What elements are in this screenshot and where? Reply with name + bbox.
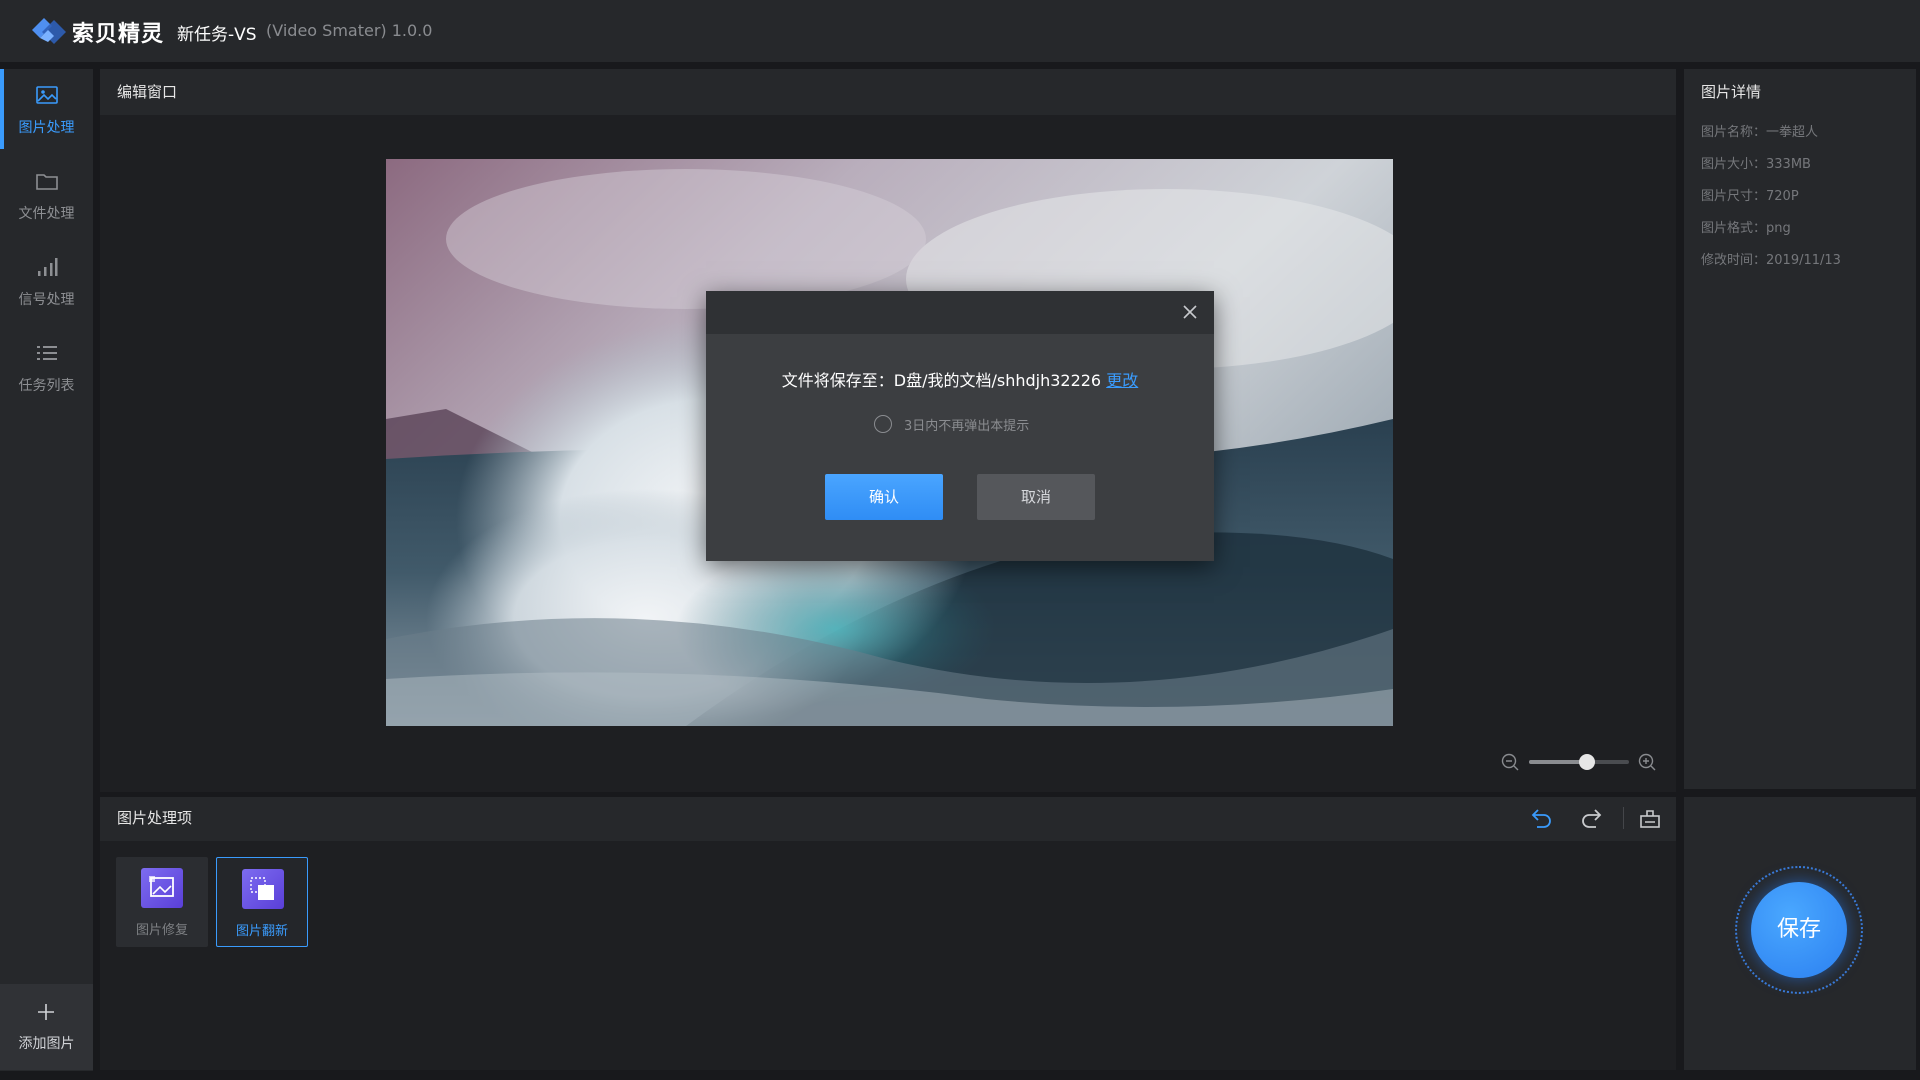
dont-show-again-radio[interactable] bbox=[874, 415, 892, 433]
detail-modified: 修改时间：2019/11/13 bbox=[1701, 253, 1841, 268]
clear-icon[interactable] bbox=[1638, 806, 1662, 830]
sidebar-item-signal-processing[interactable]: 信号处理 bbox=[0, 241, 93, 325]
add-image-button[interactable] bbox=[0, 984, 93, 1070]
detail-dimension: 图片尺寸：720P bbox=[1701, 189, 1799, 204]
detail-size: 图片大小：333MB bbox=[1701, 157, 1811, 172]
signal-icon bbox=[38, 258, 58, 276]
image-repair-icon bbox=[141, 868, 183, 908]
task-title: 新任务-VS bbox=[177, 25, 257, 45]
dont-show-again-label: 3日内不再弹出本提示 bbox=[904, 419, 1030, 434]
close-icon[interactable] bbox=[1181, 303, 1199, 321]
zoom-out-icon[interactable] bbox=[1501, 753, 1519, 771]
task-subtitle: (Video Smater) 1.0.0 bbox=[266, 21, 433, 40]
dialog-header bbox=[706, 291, 1214, 334]
sidebar-item-label: 文件处理 bbox=[18, 206, 75, 222]
processing-header bbox=[100, 797, 1676, 841]
image-details-panel bbox=[1684, 69, 1916, 789]
logo-icon bbox=[32, 18, 66, 44]
processing-title: 图片处理项 bbox=[117, 809, 193, 827]
image-icon bbox=[36, 86, 58, 104]
add-image-label: 添加图片 bbox=[18, 1036, 75, 1052]
plus-icon bbox=[38, 1004, 54, 1020]
sidebar: 图片处理 文件处理 信号处理 任务列表 bbox=[0, 69, 93, 1071]
sidebar-item-file-processing[interactable]: 文件处理 bbox=[0, 155, 93, 239]
sidebar-item-label: 任务列表 bbox=[18, 378, 75, 394]
save-button[interactable]: 保存 bbox=[1751, 882, 1847, 978]
save-path-text: 文件将保存至：D盘/我的文档/shhdjh32226 bbox=[781, 371, 1102, 390]
dialog-message: 文件将保存至：D盘/我的文档/shhdjh32226 更改 bbox=[706, 367, 1214, 391]
folder-icon bbox=[36, 174, 58, 190]
change-path-link[interactable]: 更改 bbox=[1106, 371, 1138, 390]
editor-title: 编辑窗口 bbox=[117, 83, 178, 101]
sidebar-item-image-processing[interactable]: 图片处理 bbox=[0, 69, 93, 153]
tool-image-repair[interactable]: 图片修复 bbox=[116, 857, 208, 947]
tool-label: 图片修复 bbox=[135, 923, 188, 938]
editor-header bbox=[100, 69, 1676, 115]
tool-label: 图片翻新 bbox=[235, 924, 288, 939]
detail-format: 图片格式：png bbox=[1701, 221, 1791, 236]
sidebar-item-task-list[interactable]: 任务列表 bbox=[0, 327, 93, 411]
details-title: 图片详情 bbox=[1701, 83, 1762, 101]
detail-name: 图片名称：一拳超人 bbox=[1701, 125, 1819, 140]
tool-image-refresh[interactable]: 图片翻新 bbox=[216, 857, 308, 947]
image-refresh-icon bbox=[242, 869, 284, 909]
confirm-button[interactable]: 确认 bbox=[825, 474, 943, 520]
zoom-slider-handle[interactable] bbox=[1579, 754, 1595, 770]
undo-icon[interactable] bbox=[1530, 806, 1554, 830]
zoom-in-icon[interactable] bbox=[1638, 753, 1656, 771]
redo-icon[interactable] bbox=[1579, 806, 1603, 830]
toolbar-divider bbox=[1623, 807, 1624, 829]
list-icon bbox=[37, 346, 57, 360]
sidebar-item-label: 信号处理 bbox=[18, 292, 75, 308]
sidebar-item-label: 图片处理 bbox=[18, 120, 75, 136]
brand-name: 索贝精灵 bbox=[72, 22, 165, 47]
cancel-button[interactable]: 取消 bbox=[977, 474, 1095, 520]
